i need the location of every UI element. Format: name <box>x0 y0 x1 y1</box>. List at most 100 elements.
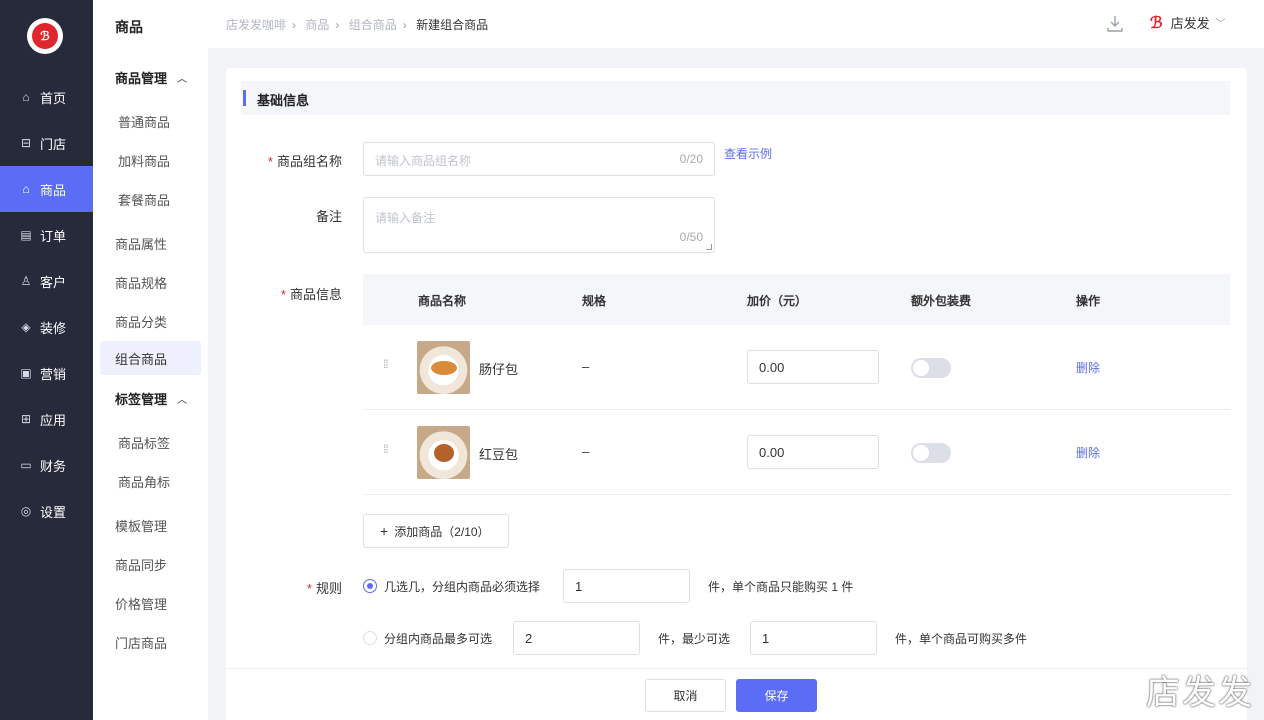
nav-item-0[interactable]: ⌂ 首页 <box>0 74 93 120</box>
product-thumbnail <box>417 426 470 479</box>
packaging-fee-toggle[interactable] <box>911 443 951 463</box>
subnav-group-product-management[interactable]: 商品管理 ︿ <box>115 68 187 87</box>
subnav-item[interactable]: 商品属性 <box>115 234 167 253</box>
subnav-group-label: 商品管理 <box>115 71 168 86</box>
chevron-up-icon: ︿ <box>177 395 188 406</box>
nav-item-label: 客户 <box>40 274 67 290</box>
top-header: 店发发咖啡 › 商品 › 组合商品 › 新建组合商品 ℬ 店发发 ﹀ <box>208 0 1264 48</box>
name-char-count: 0/20 <box>679 152 703 166</box>
nav-item-5[interactable]: ◈ 装修 <box>0 304 93 350</box>
drag-handle-icon[interactable]: ⁞⁞ <box>383 358 389 370</box>
rule2-min-value: 1 <box>762 631 770 646</box>
nav-item-label: 营销 <box>40 366 67 382</box>
save-button[interactable]: 保存 <box>736 679 817 712</box>
delete-link[interactable]: 删除 <box>1076 359 1100 376</box>
packaging-fee-toggle[interactable] <box>911 358 951 378</box>
card-icon: ▭ <box>20 458 32 472</box>
breadcrumb: 店发发咖啡 › 商品 › 组合商品 › 新建组合商品 <box>226 16 494 33</box>
section-title: 基础信息 <box>257 93 310 108</box>
product-info-label-text: 商品信息 <box>289 287 342 302</box>
nav-item-9[interactable]: ◎ 设置 <box>0 488 93 534</box>
breadcrumb-item[interactable]: 组合商品 <box>349 18 397 32</box>
drag-handle-icon[interactable]: ⁞⁞ <box>383 443 389 455</box>
rule2-max-input[interactable]: 2 <box>513 621 640 655</box>
price-value: 0.00 <box>759 360 785 375</box>
chevron-right-icon: › <box>402 18 407 32</box>
price-input[interactable]: 0.00 <box>747 435 879 469</box>
subnav-item[interactable]: 模板管理 <box>115 516 167 535</box>
user-logo-icon: ℬ <box>1150 13 1163 32</box>
nav-item-2[interactable]: ⌂ 商品 <box>0 166 93 212</box>
subnav-item[interactable]: 套餐商品 <box>118 190 170 209</box>
form-footer: 取消 保存 <box>226 668 1247 720</box>
note-textarea[interactable]: 请输入备注 0/50 <box>363 197 715 253</box>
user-name: 店发发 <box>1170 16 1210 31</box>
nav-item-8[interactable]: ▭ 财务 <box>0 442 93 488</box>
required-mark: * <box>267 154 273 169</box>
note-char-count: 0/50 <box>679 230 703 244</box>
name-label-text: 商品组名称 <box>276 154 342 169</box>
rule1-count-input[interactable]: 1 <box>563 569 690 603</box>
chevron-right-icon: › <box>292 18 297 32</box>
rule1-text: 几选几，分组内商品必须选择 <box>384 580 541 594</box>
chevron-right-icon: › <box>335 18 340 32</box>
subnav-item[interactable]: 普通商品 <box>118 112 170 131</box>
price-input[interactable]: 0.00 <box>747 350 879 384</box>
subnav-group-tag-management[interactable]: 标签管理 ︿ <box>115 389 187 408</box>
subnav-item[interactable]: 门店商品 <box>115 633 167 652</box>
rule-label-text: 规则 <box>315 581 342 596</box>
subnav-item[interactable]: 商品角标 <box>118 472 170 491</box>
toggle-knob <box>913 360 929 376</box>
subnav-item[interactable]: 商品规格 <box>115 273 167 292</box>
cancel-button[interactable]: 取消 <box>645 679 726 712</box>
rule-radio-max-min[interactable] <box>363 631 377 645</box>
breadcrumb-item[interactable]: 商品 <box>305 18 329 32</box>
column-header: 操作 <box>1076 294 1101 308</box>
subnav-item[interactable]: 商品标签 <box>118 433 170 452</box>
resize-handle[interactable] <box>706 244 712 250</box>
download-icon[interactable] <box>1106 14 1124 34</box>
apps-icon: ⊞ <box>20 412 32 426</box>
nav-item-3[interactable]: ▤ 订单 <box>0 212 93 258</box>
required-mark: * <box>280 287 286 302</box>
add-product-button[interactable]: + 添加商品（2/10） <box>363 514 509 548</box>
note-label: 备注 <box>315 209 342 224</box>
user-menu[interactable]: ℬ 店发发 ﹀ <box>1150 13 1226 32</box>
nav-item-label: 应用 <box>40 412 67 428</box>
main-nav: ℬ ⌂ 首页 ⊟ 门店 ⌂ 商品 ▤ 订单 ♙ 客户 ◈ 装修 ▣ 营销 ⊞ 应用 ▭ 财务 ◎ 设置 <box>0 0 93 720</box>
nav-item-label: 商品 <box>40 182 67 198</box>
nav-item-1[interactable]: ⊟ 门店 <box>0 120 93 166</box>
subnav-item-active[interactable]: 组合商品 <box>100 341 201 375</box>
subnav-item[interactable]: 商品分类 <box>115 312 167 331</box>
note-placeholder: 请输入备注 <box>375 211 436 225</box>
nav-item-label: 设置 <box>40 504 67 520</box>
product-spec: – <box>582 359 590 374</box>
column-header: 规格 <box>582 294 607 308</box>
subnav-title: 商品 <box>115 19 143 35</box>
store-icon: ⊟ <box>20 136 32 150</box>
table-row: ⁞⁞ 肠仔包 – 0.00 删除 <box>363 325 1230 410</box>
subnav-item[interactable]: 加料商品 <box>118 151 170 170</box>
rule-label: * 规则 <box>266 578 342 597</box>
nav-item-label: 门店 <box>40 136 67 152</box>
brand-logo[interactable]: ℬ <box>27 18 63 54</box>
nav-item-7[interactable]: ⊞ 应用 <box>0 396 93 442</box>
subnav-item[interactable]: 价格管理 <box>115 594 167 613</box>
view-example-link[interactable]: 查看示例 <box>724 145 772 162</box>
rule2-mid: 件，最少可选 <box>658 632 731 646</box>
breadcrumb-current: 新建组合商品 <box>416 18 489 32</box>
rule-radio-choose-n[interactable] <box>363 579 377 593</box>
layers-icon: ◈ <box>21 320 31 334</box>
rule2-min-input[interactable]: 1 <box>750 621 877 655</box>
subnav-item[interactable]: 商品同步 <box>115 555 167 574</box>
product-spec: – <box>582 444 590 459</box>
delete-link[interactable]: 删除 <box>1076 444 1100 461</box>
nav-item-6[interactable]: ▣ 营销 <box>0 350 93 396</box>
toggle-knob <box>913 445 929 461</box>
nav-item-label: 订单 <box>40 228 67 244</box>
name-input[interactable]: 请输入商品组名称 0/20 <box>363 142 715 176</box>
nav-item-4[interactable]: ♙ 客户 <box>0 258 93 304</box>
breadcrumb-item[interactable]: 店发发咖啡 <box>226 18 286 32</box>
name-placeholder: 请输入商品组名称 <box>375 154 472 168</box>
section-header: 基础信息 <box>241 81 1230 115</box>
